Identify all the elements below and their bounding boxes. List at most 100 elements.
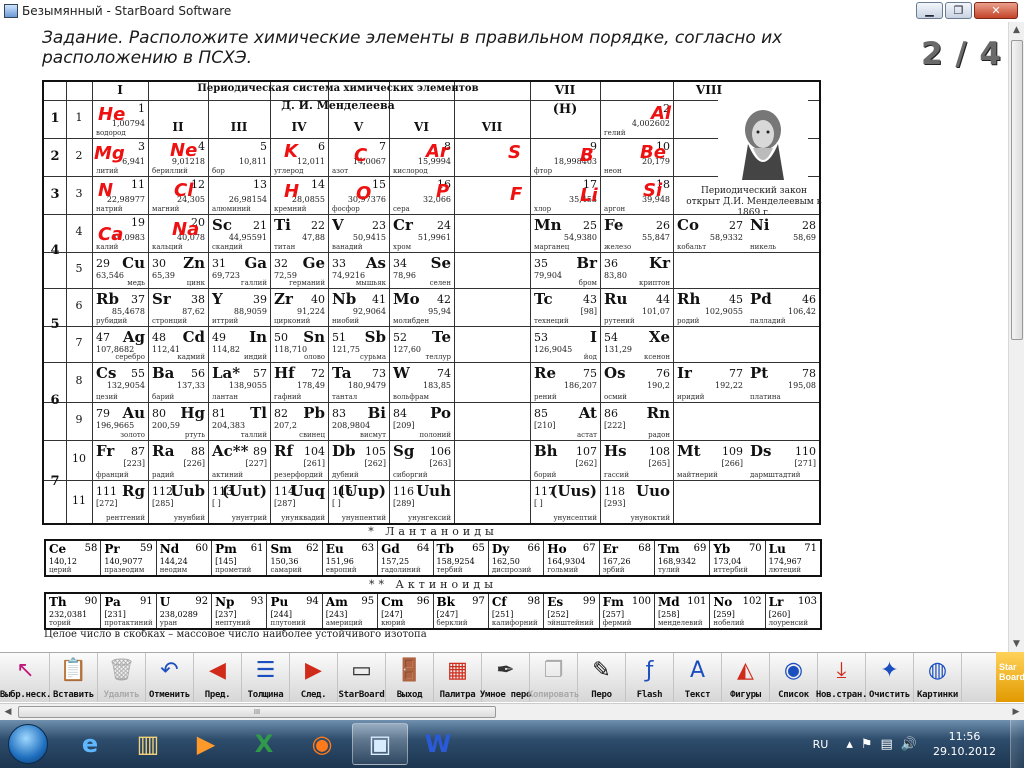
taskbar-excel-button[interactable]: X [236,723,292,765]
undo-button[interactable]: ↶ Отменить [146,653,194,702]
element-cell: Re 75 186,207 рений [531,363,600,402]
volume-icon[interactable]: 🔊 [901,737,917,752]
element-mass: 58,69 [793,233,816,242]
vertical-scroll-thumb[interactable] [1011,40,1023,340]
new-page-button[interactable]: ⤓ Нов.стран. [816,653,867,702]
element-answer-label[interactable]: Cl [174,180,193,201]
list-button[interactable]: ◉ Список [770,653,818,702]
flash-icon: ƒ [645,657,654,683]
paste-button[interactable]: 📋 Вставить [50,653,98,702]
element-symbol: Bk [436,595,455,609]
starboard-logo[interactable]: Star Board [996,652,1024,702]
element-answer-label[interactable]: B [580,145,594,166]
period-label: 4 [50,243,60,258]
element-answer-label[interactable]: Be [640,142,666,163]
show-desktop-button[interactable] [1010,720,1024,768]
start-button[interactable] [8,724,48,764]
element-answer-label[interactable]: K [284,141,298,162]
pen-button[interactable]: ✎ Перо [578,653,626,702]
thickness-icon: ☰ [255,657,276,683]
element-answer-label[interactable]: C [354,145,367,166]
element-answer-label[interactable]: Ca [98,224,123,245]
clear-button[interactable]: ✦ Очистить [866,653,914,702]
element-mass: 95,94 [428,307,451,316]
element-mass: [243] [325,610,348,619]
taskbar-firefox-button[interactable]: ◉ [294,723,350,765]
element-symbol: V [332,216,344,234]
element-mass: [244] [270,610,292,619]
vertical-scrollbar[interactable]: ▲ ▼ [1008,22,1024,652]
palette-button[interactable]: ▦ Палитра [434,653,482,702]
element-answer-label[interactable]: He [98,104,125,125]
copy-button[interactable]: ❐ Копировать [528,653,579,702]
multi-select-button[interactable]: ↖ Выбр.неск. [0,653,51,702]
element-answer-label[interactable]: Si [643,180,662,201]
element-name: цирконий [274,317,311,325]
element-answer-label[interactable]: Mg [94,143,125,164]
paste-icon: 📋 [59,657,88,683]
element-mass: [226] [183,459,205,468]
element-symbol: Po [430,404,451,422]
language-indicator[interactable]: RU [813,738,829,751]
element-name: гольмий [547,566,579,574]
delete-button[interactable]: 🗑 Удалить [98,653,146,702]
element-number: 62 [306,543,319,554]
element-name: гафний [274,393,302,401]
next-page-button[interactable]: ▶ След. [290,653,338,702]
previous-page-button[interactable]: ◀ Пред. [194,653,242,702]
exit-button[interactable]: 🚪 Выход [386,653,434,702]
taskbar-file-explorer-button[interactable]: ▥ [120,723,176,765]
starboard-button[interactable]: ▭ StarBoard [338,653,386,702]
flash-button[interactable]: ƒ Flash [626,653,674,702]
element-number: 99 [582,596,596,607]
smart-pen-button[interactable]: ✒ Умное перо [480,653,531,702]
show-hidden-icons-icon[interactable]: ▴ [846,737,853,752]
action-center-flag-icon[interactable]: ⚑ [861,737,873,752]
horizontal-scrollbar[interactable]: ◀ III ▶ [0,703,1024,720]
element-answer-label[interactable]: Ne [170,140,197,161]
element-cell: Zr 40 91,224 цирконий [271,289,328,326]
window-title-bar[interactable]: Безымянный - StarBoard Software ▁ ❐ ✕ [0,0,1024,22]
close-button[interactable]: ✕ [974,2,1018,19]
minimize-button[interactable]: ▁ [916,2,943,19]
element-answer-label[interactable]: Ar [426,141,449,162]
element-number: 77 [729,367,743,380]
scroll-left-icon[interactable]: ◀ [0,704,16,720]
taskbar-word-button[interactable]: W [410,723,466,765]
element-name: кремний [274,205,307,213]
taskbar-media-player-button[interactable]: ▶ [178,723,234,765]
clock[interactable]: 11:56 29.10.2012 [933,729,996,759]
shapes-button[interactable]: ◭ Фигуры [722,653,770,702]
element-name: унунквадий [281,514,325,522]
element-name: уран [159,619,178,627]
element-answer-label[interactable]: Na [172,219,199,240]
element-answer-label[interactable]: Li [580,185,598,206]
scroll-up-icon[interactable]: ▲ [1009,22,1024,38]
element-answer-label[interactable]: S [508,142,521,163]
maximize-button[interactable]: ❐ [945,2,972,19]
element-answer-label[interactable]: N [98,180,113,201]
whiteboard-page[interactable]: Задание. Расположите химические элементы… [0,22,1008,652]
element-answer-label[interactable]: F [510,184,522,205]
element-mass: 204,383 [212,421,246,430]
element-symbol: Fr [96,442,115,460]
scroll-right-icon[interactable]: ▶ [1008,704,1024,720]
network-icon[interactable]: ▤ [881,737,893,752]
taskbar-internet-explorer-button[interactable]: e [62,723,118,765]
element-number: 19 [131,216,145,229]
pictures-button[interactable]: ◍ Картинки [914,653,962,702]
element-answer-label[interactable]: Al [651,103,671,124]
thickness-button[interactable]: ☰ Толщина [242,653,290,702]
element-symbol: Ac** [212,442,249,460]
text-button[interactable]: A Текст [674,653,722,702]
horizontal-scroll-thumb[interactable]: III [18,706,496,718]
element-symbol: Sr [152,290,171,308]
element-answer-label[interactable]: H [284,181,299,202]
scroll-down-icon[interactable]: ▼ [1009,636,1024,652]
element-number: 29 [96,257,110,270]
element-name: ксенон [644,353,670,361]
element-answer-label[interactable]: O [356,183,371,204]
taskbar-starboard-app-button[interactable]: ▣ [352,723,408,765]
element-answer-label[interactable]: P [436,181,449,202]
element-number: 114 [274,485,295,498]
